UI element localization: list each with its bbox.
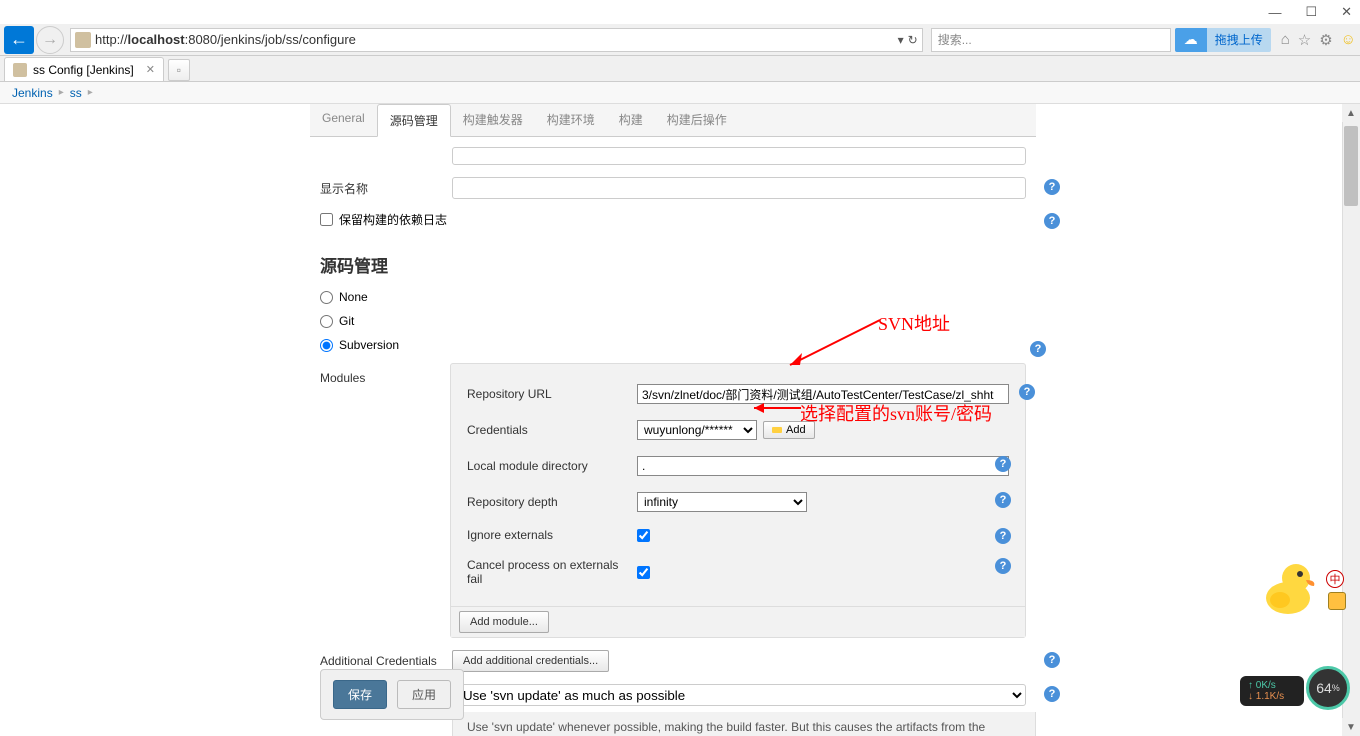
network-speed-widget[interactable]: ↑ 0K/s ↓ 1.1K/s [1240,676,1304,706]
shirt-icon [1328,592,1346,610]
breadcrumb-jenkins[interactable]: Jenkins [12,86,53,100]
breadcrumb: Jenkins ▸ ss ▸ [0,82,1360,104]
radio-git-input[interactable] [320,315,333,328]
help-icon[interactable]: ? [995,558,1011,574]
duck-mascot-icon [1256,552,1320,616]
help-icon[interactable]: ? [1030,341,1046,357]
cancel-ext-checkbox[interactable] [637,566,650,579]
help-icon[interactable]: ? [995,492,1011,508]
keep-deps-checkbox[interactable] [320,213,333,226]
site-icon [75,32,91,48]
chevron-right-icon: ▸ [88,87,93,98]
radio-none[interactable]: None [310,285,1036,309]
new-tab-button[interactable]: ▫ [168,59,190,81]
label-ignore-ext: Ignore externals [467,528,637,542]
label-keep-deps: 保留构建的依赖日志 [339,211,447,228]
save-button[interactable]: 保存 [333,680,387,709]
row-keep-deps: 保留构建的依赖日志 ? [310,205,1036,234]
gear-icon[interactable]: ⚙ [1319,31,1332,49]
local-dir-input[interactable] [637,456,1009,476]
tab-general[interactable]: General [310,104,377,136]
url-controls: ▾ ↻ [898,33,918,47]
window-titlebar: — ☐ ✕ [0,0,1360,24]
help-icon[interactable]: ? [995,456,1011,472]
credentials-select[interactable]: wuyunlong/****** [637,420,757,440]
label-modules: Modules [320,371,365,385]
tab-trigger[interactable]: 构建触发器 [451,104,535,136]
config-tabs: General 源码管理 构建触发器 构建环境 构建 构建后操作 [310,104,1036,137]
tab-title: ss Config [Jenkins] [33,63,134,77]
help-icon[interactable]: ? [1044,213,1060,229]
tab-favicon [13,63,27,77]
help-icon[interactable]: ? [1019,384,1035,400]
row-prev-field [310,141,1036,171]
label-cancel-ext: Cancel process on externals fail [467,558,637,586]
radio-git[interactable]: Git [310,309,1036,333]
url-bar[interactable]: http://localhost:8080/jenkins/job/ss/con… [70,28,923,52]
tab-scm[interactable]: 源码管理 [377,104,451,137]
help-icon[interactable]: ? [995,528,1011,544]
tab-close-icon[interactable]: ✕ [146,63,155,76]
label-credentials: Credentials [467,423,637,437]
browser-tabbar: ss Config [Jenkins] ✕ ▫ [0,56,1360,82]
content-area: General 源码管理 构建触发器 构建环境 构建 构建后操作 显示名称 ? [0,104,1360,736]
config-panel: General 源码管理 构建触发器 构建环境 构建 构建后操作 显示名称 ? [310,104,1036,736]
add-credentials-button[interactable]: Add [763,421,815,439]
home-icon[interactable]: ⌂ [1281,31,1290,49]
chevron-right-icon: ▸ [59,87,64,98]
nav-icons: ⌂ ☆ ⚙ ☺ [1281,31,1356,49]
badge-icon: 中 [1326,570,1344,588]
help-icon[interactable]: ? [1044,179,1060,195]
label-depth: Repository depth [467,495,637,509]
breadcrumb-job[interactable]: ss [70,86,82,100]
ignore-ext-checkbox[interactable] [637,529,650,542]
depth-select[interactable]: infinity [637,492,807,512]
apply-button[interactable]: 应用 [397,680,451,709]
close-button[interactable]: ✕ [1341,4,1352,20]
repo-url-input[interactable] [637,384,1009,404]
help-icon[interactable]: ? [1044,652,1060,668]
label-local-dir: Local module directory [467,459,637,473]
browser-tab[interactable]: ss Config [Jenkins] ✕ [4,57,164,81]
scroll-up-icon[interactable]: ▲ [1342,104,1360,122]
smiley-icon[interactable]: ☺ [1341,31,1356,49]
tab-post[interactable]: 构建后操作 [655,104,739,136]
save-bar: 保存 应用 [310,669,1036,720]
vertical-scrollbar[interactable]: ▲ ▼ [1342,104,1360,736]
radio-svn-input[interactable] [320,339,333,352]
favorite-icon[interactable]: ☆ [1298,31,1311,49]
url-text: http://localhost:8080/jenkins/job/ss/con… [95,32,894,47]
radio-none-input[interactable] [320,291,333,304]
browser-navbar: ← → http://localhost:8080/jenkins/job/ss… [0,24,1360,56]
section-header-scm: 源码管理 [310,238,1036,285]
radio-svn[interactable]: Subversion ? [310,333,1036,357]
cloud-icon[interactable]: ☁ [1175,28,1207,52]
tab-env[interactable]: 构建环境 [535,104,607,136]
label-display-name: 显示名称 [320,180,452,197]
maximize-button[interactable]: ☐ [1305,4,1317,20]
label-addl-cred: Additional Credentials [320,654,452,668]
help-icon[interactable]: ? [1044,686,1060,702]
modules-box: Repository URL ? Credentials wuyunlong/*… [450,363,1026,638]
percent-widget[interactable]: 64% [1306,666,1350,710]
upload-button[interactable]: 拖拽上传 [1207,28,1271,52]
forward-button[interactable]: → [36,26,64,54]
refresh-icon[interactable]: ↻ [908,33,918,47]
display-name-input[interactable] [452,177,1026,199]
tab-build[interactable]: 构建 [607,104,655,136]
scroll-down-icon[interactable]: ▼ [1342,718,1360,736]
minimize-button[interactable]: — [1268,5,1281,20]
row-display-name: 显示名称 ? [310,171,1036,205]
prev-input[interactable] [452,147,1026,165]
add-module-button[interactable]: Add module... [459,611,549,633]
label-repo-url: Repository URL [467,387,637,401]
dropdown-icon[interactable]: ▾ [898,33,904,47]
back-button[interactable]: ← [4,26,34,54]
scroll-thumb[interactable] [1344,126,1358,206]
key-icon [772,427,782,433]
search-input[interactable]: 搜索... [931,28,1171,52]
